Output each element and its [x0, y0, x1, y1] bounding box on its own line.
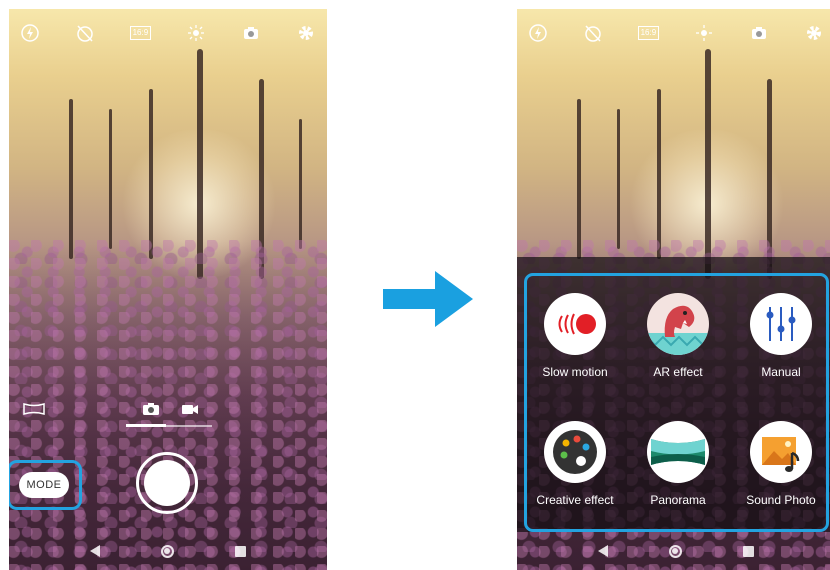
system-nav-bar	[9, 532, 327, 570]
mode-item-manual[interactable]: Manual	[731, 293, 830, 405]
brightness-icon[interactable]	[185, 22, 207, 44]
settings-icon[interactable]	[295, 22, 317, 44]
camera-top-bar: 16:9	[19, 21, 317, 45]
mode-item-label: AR effect	[653, 365, 703, 379]
home-icon[interactable]	[160, 544, 174, 558]
timer-off-icon[interactable]	[74, 22, 96, 44]
tree-trunk	[617, 109, 620, 249]
transition-arrow-icon	[383, 271, 473, 327]
panorama-icon[interactable]	[23, 402, 45, 416]
ar-effect-icon	[647, 293, 709, 355]
recent-apps-icon[interactable]	[235, 545, 247, 557]
mode-indicator	[126, 424, 166, 427]
camera-screen-before: 16:9 MODE	[9, 9, 327, 570]
tree-trunk	[69, 99, 73, 259]
aspect-ratio-icon[interactable]: 16:9	[637, 22, 660, 44]
mode-item-label: Manual	[761, 365, 801, 379]
system-nav-bar	[517, 532, 830, 570]
aspect-ratio-label: 16:9	[129, 26, 152, 40]
camera-screen-after: 16:9 Slow motion AR effect Manual Creati…	[517, 9, 830, 570]
video-mode-icon[interactable]	[181, 402, 199, 416]
photo-mode-icon[interactable]	[142, 402, 160, 416]
aspect-ratio-icon[interactable]: 16:9	[129, 22, 152, 44]
tree-trunk	[299, 119, 302, 249]
recent-apps-icon[interactable]	[743, 545, 755, 557]
mode-button-highlight	[9, 460, 82, 510]
back-icon[interactable]	[89, 545, 100, 557]
home-icon[interactable]	[668, 544, 682, 558]
aspect-ratio-label: 16:9	[637, 26, 660, 40]
tree-trunk	[657, 89, 661, 259]
settings-icon[interactable]	[803, 22, 825, 44]
mode-item-label: Creative effect	[536, 493, 614, 507]
mode-item-ar-effect[interactable]: AR effect	[628, 293, 728, 405]
tree-trunk	[149, 89, 153, 259]
mode-item-label: Panorama	[650, 493, 706, 507]
flash-icon[interactable]	[527, 22, 549, 44]
mode-item-slow-motion[interactable]: Slow motion	[525, 293, 625, 405]
mode-item-panorama[interactable]: Panorama	[628, 421, 728, 533]
timer-off-icon[interactable]	[582, 22, 604, 44]
mode-item-label: Sound Photo	[746, 493, 816, 507]
mode-item-creative-effect[interactable]: Creative effect	[525, 421, 625, 533]
mode-item-label: Slow motion	[542, 365, 608, 379]
flash-icon[interactable]	[19, 22, 41, 44]
camera-top-bar: 16:9	[527, 21, 825, 45]
slow-motion-icon	[544, 293, 606, 355]
switch-camera-icon[interactable]	[748, 22, 770, 44]
back-icon[interactable]	[597, 545, 608, 557]
sound-photo-icon	[750, 421, 812, 483]
mode-item-sound-photo[interactable]: Sound Photo	[731, 421, 830, 533]
creative-effect-icon	[544, 421, 606, 483]
tree-trunk	[577, 99, 581, 259]
shutter-button[interactable]	[136, 452, 198, 514]
panorama-icon	[647, 421, 709, 483]
switch-camera-icon[interactable]	[240, 22, 262, 44]
shutter-button-inner	[144, 460, 190, 506]
tree-trunk	[109, 109, 112, 249]
brightness-icon[interactable]	[693, 22, 715, 44]
manual-icon	[750, 293, 812, 355]
capture-mode-row	[9, 402, 327, 427]
